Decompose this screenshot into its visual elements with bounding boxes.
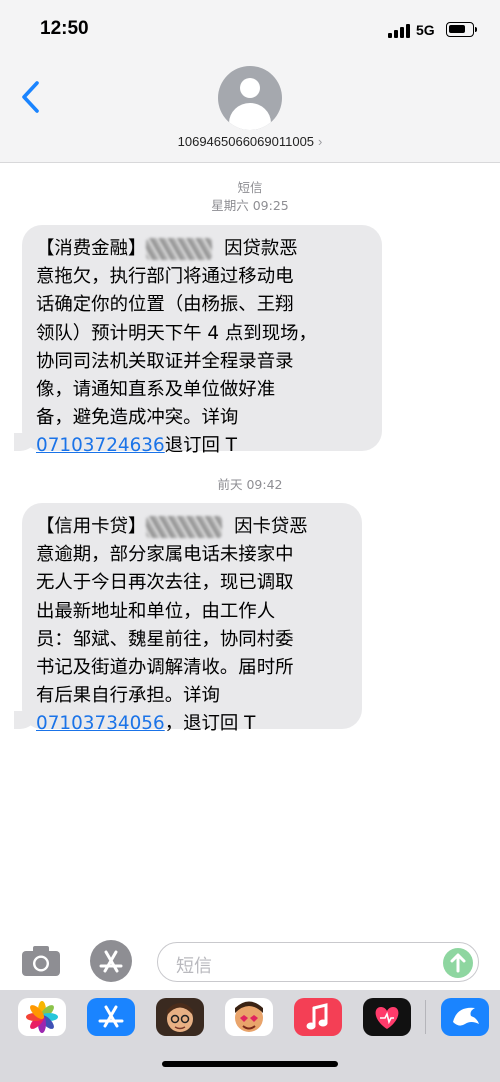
- network-type: 5G: [416, 22, 435, 38]
- app-store-icon[interactable]: [87, 998, 135, 1036]
- message-text: 【消费金融】 因贷款恶 意拖欠，执行部门将通过移动电 话确定你的位置（由杨振、王…: [36, 238, 317, 457]
- memoji-icon[interactable]: [156, 998, 204, 1036]
- status-bar: 12:50 5G: [0, 0, 500, 60]
- camera-icon: [22, 946, 60, 976]
- message-input[interactable]: 短信: [157, 942, 479, 982]
- memoji-stickers-icon[interactable]: [225, 998, 273, 1036]
- back-button[interactable]: [18, 80, 46, 114]
- contact-avatar[interactable]: [218, 66, 282, 130]
- arrow-up-icon: [450, 953, 466, 973]
- message-timestamp: 星期六 09:25: [211, 198, 289, 213]
- message-text: 【信用卡贷】 因卡贷恶 意逾期，部分家属电话未接家中 无人于今日再次去往，现已调…: [36, 516, 308, 735]
- person-silhouette-icon: [240, 78, 260, 98]
- phone-link[interactable]: 07103734056: [36, 713, 165, 734]
- drawer-divider: [425, 1000, 426, 1034]
- music-icon[interactable]: [294, 998, 342, 1036]
- redacted-text: [146, 516, 223, 538]
- app-store-icon: [99, 950, 123, 973]
- app-drawer: [0, 990, 500, 1082]
- message-bubble[interactable]: 【消费金融】 因贷款恶 意拖欠，执行部门将通过移动电 话确定你的位置（由杨振、王…: [0, 225, 382, 456]
- home-indicator[interactable]: [162, 1061, 338, 1067]
- compose-bar: 短信: [0, 932, 500, 990]
- phone-link[interactable]: 07103724636: [36, 435, 165, 456]
- redacted-text: [146, 238, 213, 260]
- camera-button[interactable]: [21, 945, 61, 977]
- photos-icon[interactable]: [18, 998, 66, 1036]
- contact-number: 1069465066069011005: [177, 134, 315, 149]
- chevron-left-icon: [22, 81, 39, 113]
- message-timestamp: 前天 09:42: [217, 477, 283, 492]
- status-time: 12:50: [40, 18, 89, 39]
- message-service-label: 短信: [237, 180, 263, 195]
- send-button[interactable]: [443, 948, 473, 978]
- chevron-right-icon: ›: [318, 134, 323, 149]
- conversation-header: 12:50 5G 1069465066069011005 ›: [0, 0, 500, 163]
- message-input-placeholder: 短信: [176, 956, 212, 977]
- cellular-signal-icon: [388, 24, 410, 38]
- message-bubble[interactable]: 【信用卡贷】 因卡贷恶 意逾期，部分家属电话未接家中 无人于今日再次去往，现已调…: [0, 503, 362, 734]
- app-store-button[interactable]: [90, 940, 132, 982]
- contact-name-button[interactable]: 1069465066069011005 ›: [0, 134, 500, 149]
- dolphin-app-icon[interactable]: [441, 998, 489, 1036]
- heart-app-icon[interactable]: [363, 998, 411, 1036]
- battery-icon: [446, 22, 477, 37]
